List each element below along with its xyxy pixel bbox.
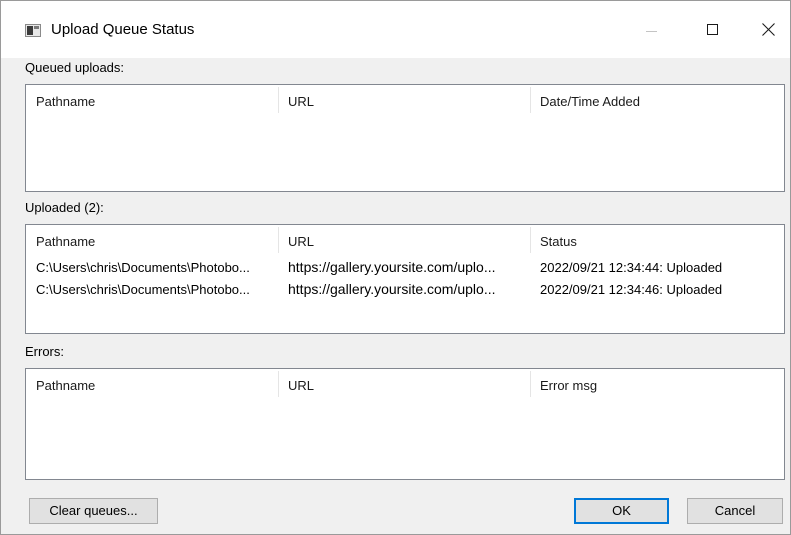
minimize-button[interactable] xyxy=(629,1,675,58)
column-header-pathname[interactable]: Pathname xyxy=(26,87,278,117)
pathname-cell: C:\Users\chris\Documents\Photobo... xyxy=(36,282,250,297)
column-header-pathname[interactable]: Pathname xyxy=(26,371,278,401)
errors-label: Errors: xyxy=(25,344,64,359)
table-row[interactable]: C:\Users\chris\Documents\Photobo... http… xyxy=(26,278,784,301)
column-header-pathname[interactable]: Pathname xyxy=(26,227,278,257)
column-header-error-msg[interactable]: Error msg xyxy=(530,371,786,401)
list-header: Pathname URL Error msg xyxy=(26,371,784,401)
column-header-url[interactable]: URL xyxy=(278,87,530,117)
list-header: Pathname URL Date/Time Added xyxy=(26,87,784,117)
table-row[interactable]: C:\Users\chris\Documents\Photobo... http… xyxy=(26,256,784,279)
clear-queues-button[interactable]: Clear queues... xyxy=(29,498,158,524)
column-header-url[interactable]: URL xyxy=(278,227,530,257)
uploaded-label: Uploaded (2): xyxy=(25,200,104,215)
list-header: Pathname URL Status xyxy=(26,227,784,257)
app-window-icon xyxy=(25,24,41,37)
url-cell: https://gallery.yoursite.com/uplo... xyxy=(288,259,496,275)
uploaded-list[interactable]: Pathname URL Status C:\Users\chris\Docum… xyxy=(25,224,785,334)
window-title: Upload Queue Status xyxy=(51,21,195,38)
column-header-status[interactable]: Status xyxy=(530,227,786,257)
url-cell: https://gallery.yoursite.com/uplo... xyxy=(288,281,496,297)
maximize-button[interactable] xyxy=(689,1,735,58)
cancel-button[interactable]: Cancel xyxy=(687,498,783,524)
status-cell: 2022/09/21 12:34:46: Uploaded xyxy=(540,282,723,297)
queued-uploads-label: Queued uploads: xyxy=(25,60,125,75)
close-icon xyxy=(762,23,775,36)
column-header-date-time-added[interactable]: Date/Time Added xyxy=(530,87,786,117)
status-cell: 2022/09/21 12:34:44: Uploaded xyxy=(540,260,723,275)
ok-button[interactable]: OK xyxy=(574,498,669,524)
queued-uploads-list[interactable]: Pathname URL Date/Time Added xyxy=(25,84,785,192)
close-button[interactable] xyxy=(745,1,791,58)
errors-list[interactable]: Pathname URL Error msg xyxy=(25,368,785,480)
pathname-cell: C:\Users\chris\Documents\Photobo... xyxy=(36,260,250,275)
upload-queue-status-window: Upload Queue Status Queued uploads: Path… xyxy=(0,0,791,535)
title-bar: Upload Queue Status xyxy=(1,1,790,58)
column-header-url[interactable]: URL xyxy=(278,371,530,401)
